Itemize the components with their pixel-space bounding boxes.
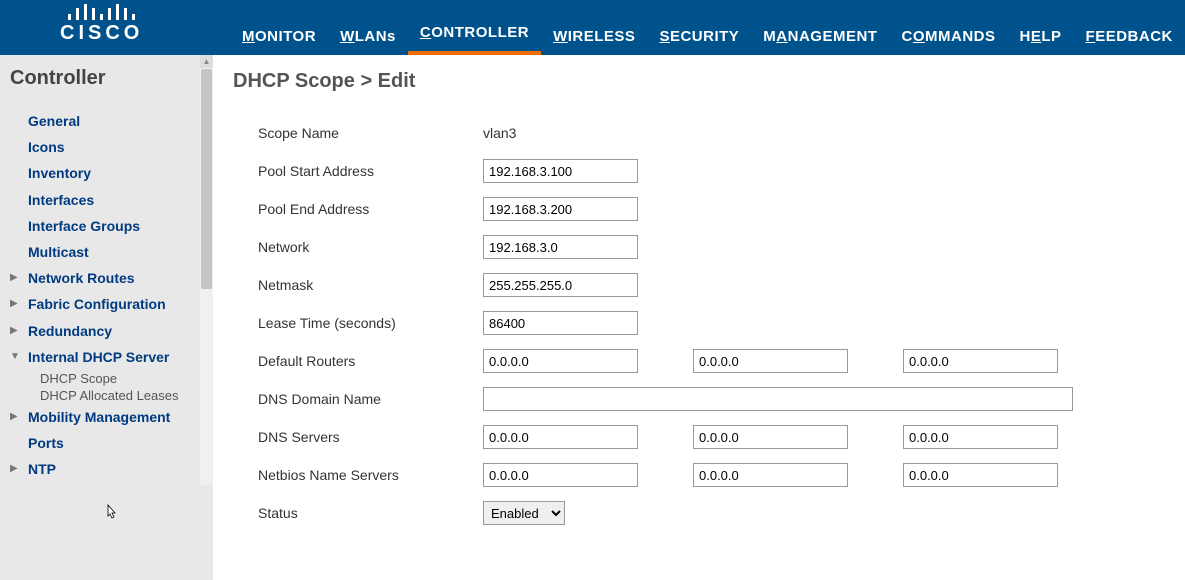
topbar: CISCO MONITORWLANsCONTROLLERWIRELESSSECU… — [0, 0, 1185, 55]
sidebar-item-internal-dhcp-server[interactable]: ▼ Internal DHCP Server — [10, 344, 200, 370]
sidebar-item-ports[interactable]: Ports — [10, 430, 200, 456]
expand-icon: ▼ — [10, 348, 22, 362]
netbios-2-input[interactable] — [693, 463, 848, 487]
netmask-label: Netmask — [258, 277, 483, 293]
router-1-input[interactable] — [483, 349, 638, 373]
scope-name-value: vlan3 — [483, 125, 516, 141]
network-label: Network — [258, 239, 483, 255]
pool-end-label: Pool End Address — [258, 201, 483, 217]
sidebar-item-fabric-configuration[interactable]: ▶ Fabric Configuration — [10, 291, 200, 317]
sidebar-item-label: Icons — [28, 138, 65, 156]
sidebar-item-inventory[interactable]: Inventory — [10, 160, 200, 186]
sidebar-item-label: Fabric Configuration — [28, 295, 166, 313]
main-panel: DHCP Scope > Edit Scope Name vlan3 Pool … — [213, 55, 1185, 580]
sidebar-item-icons[interactable]: Icons — [10, 134, 200, 160]
netbios-3-input[interactable] — [903, 463, 1058, 487]
netbios-label: Netbios Name Servers — [258, 467, 483, 483]
expand-icon — [10, 164, 22, 167]
sidebar-item-label: General — [28, 112, 80, 130]
sidebar-item-ntp[interactable]: ▶ NTP — [10, 456, 200, 482]
dns-domain-input[interactable] — [483, 387, 1073, 411]
scope-name-label: Scope Name — [258, 125, 483, 141]
nav-commands[interactable]: COMMANDS — [889, 14, 1007, 55]
pool-start-input[interactable] — [483, 159, 638, 183]
router-3-input[interactable] — [903, 349, 1058, 373]
network-input[interactable] — [483, 235, 638, 259]
dhcp-edit-form: Scope Name vlan3 Pool Start Address Pool… — [258, 121, 1165, 525]
expand-icon — [10, 243, 22, 246]
page-title: DHCP Scope > Edit — [233, 70, 1165, 93]
expand-icon: ▶ — [10, 269, 22, 283]
scroll-thumb[interactable] — [201, 69, 212, 289]
dns-3-input[interactable] — [903, 425, 1058, 449]
scroll-up-icon[interactable]: ▲ — [200, 55, 213, 68]
expand-icon — [10, 112, 22, 115]
status-label: Status — [258, 505, 483, 521]
expand-icon — [10, 191, 22, 194]
routers-label: Default Routers — [258, 353, 483, 369]
sidebar-item-label: Multicast — [28, 243, 89, 261]
sidebar-item-label: Mobility Management — [28, 408, 170, 426]
sidebar-item-multicast[interactable]: Multicast — [10, 239, 200, 265]
nav-wireless[interactable]: WIRELESS — [541, 14, 647, 55]
pool-start-label: Pool Start Address — [258, 163, 483, 179]
expand-icon: ▶ — [10, 322, 22, 336]
dns-2-input[interactable] — [693, 425, 848, 449]
dns-domain-label: DNS Domain Name — [258, 391, 483, 407]
sidebar-item-redundancy[interactable]: ▶ Redundancy — [10, 318, 200, 344]
nav-monitor[interactable]: MONITOR — [230, 14, 328, 55]
logo-text: CISCO — [60, 22, 143, 45]
nav-controller[interactable]: CONTROLLER — [408, 10, 541, 55]
nav-security[interactable]: SECURITY — [647, 14, 751, 55]
sidebar-item-label: Interfaces — [28, 191, 94, 209]
sidebar-item-label: Redundancy — [28, 322, 112, 340]
nav-help[interactable]: HELP — [1008, 14, 1074, 55]
router-2-input[interactable] — [693, 349, 848, 373]
lease-input[interactable] — [483, 311, 638, 335]
sidebar-wrap: Controller General Icons Inventory Interfac… — [0, 55, 213, 580]
nav-management[interactable]: MANAGEMENT — [751, 14, 889, 55]
sidebar-item-mobility-management[interactable]: ▶ Mobility Management — [10, 404, 200, 430]
status-select[interactable]: Enabled — [483, 501, 565, 525]
sidebar-item-label: Inventory — [28, 164, 91, 182]
sidebar-subitem-dhcp-allocated-leases[interactable]: DHCP Allocated Leases — [40, 387, 200, 404]
expand-icon — [10, 138, 22, 141]
sidebar-item-interface-groups[interactable]: Interface Groups — [10, 213, 200, 239]
sidebar-item-label: Ports — [28, 434, 64, 452]
expand-icon: ▶ — [10, 460, 22, 474]
sidebar: Controller General Icons Inventory Interfac… — [0, 55, 200, 580]
expand-icon: ▶ — [10, 408, 22, 422]
sidebar-item-label: Network Routes — [28, 269, 135, 287]
netmask-input[interactable] — [483, 273, 638, 297]
expand-icon — [10, 217, 22, 220]
expand-icon — [10, 434, 22, 437]
dns-1-input[interactable] — [483, 425, 638, 449]
expand-icon: ▶ — [10, 295, 22, 309]
sidebar-item-interfaces[interactable]: Interfaces — [10, 187, 200, 213]
scrollbar[interactable]: ▲ — [200, 55, 213, 485]
nav-feedback[interactable]: FEEDBACK — [1074, 14, 1185, 55]
sidebar-title: Controller — [10, 67, 200, 90]
netbios-1-input[interactable] — [483, 463, 638, 487]
sidebar-item-label: NTP — [28, 460, 56, 478]
lease-label: Lease Time (seconds) — [258, 315, 483, 331]
sidebar-subitem-dhcp-scope[interactable]: DHCP Scope — [40, 370, 200, 387]
sidebar-item-label: Internal DHCP Server — [28, 348, 169, 366]
main-nav: MONITORWLANsCONTROLLERWIRELESSSECURITYMA… — [230, 0, 1185, 55]
cisco-logo: CISCO — [60, 4, 143, 45]
content: Controller General Icons Inventory Interfac… — [0, 55, 1185, 580]
sidebar-item-general[interactable]: General — [10, 108, 200, 134]
nav-wlans[interactable]: WLANs — [328, 14, 408, 55]
sidebar-item-network-routes[interactable]: ▶ Network Routes — [10, 265, 200, 291]
sidebar-item-label: Interface Groups — [28, 217, 140, 235]
pool-end-input[interactable] — [483, 197, 638, 221]
dns-servers-label: DNS Servers — [258, 429, 483, 445]
